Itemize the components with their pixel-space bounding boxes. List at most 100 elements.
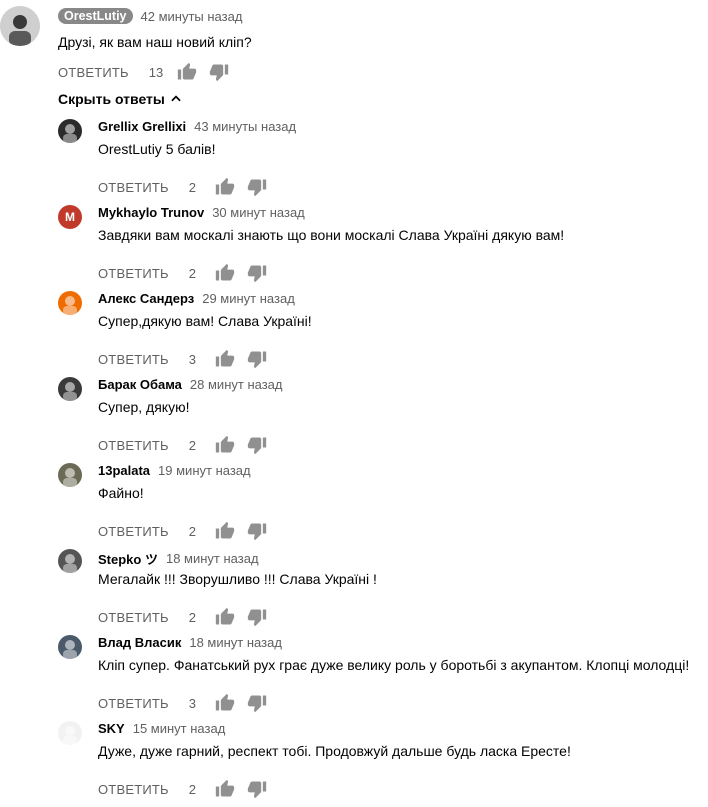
comment-actions: ОТВЕТИТЬ 2 [98, 263, 267, 283]
timestamp[interactable]: 30 минут назад [212, 205, 305, 220]
thumbs-down-icon[interactable] [209, 62, 229, 82]
like-count: 2 [188, 609, 196, 625]
author-name[interactable]: Барак Обама [98, 377, 182, 392]
author-row: 13palata 19 минут назад [98, 463, 251, 478]
thumbs-down-icon[interactable] [247, 521, 267, 541]
thumbs-up-icon[interactable] [215, 349, 235, 369]
reply-button[interactable]: ОТВЕТИТЬ [98, 610, 169, 625]
reply-comment: Grellix Grellixi 43 минуты назад OrestLu… [58, 119, 708, 205]
thumbs-down-icon[interactable] [247, 435, 267, 455]
author-row: Барак Обама 28 минут назад [98, 377, 282, 392]
author-name[interactable]: Stepko ツ [98, 549, 158, 568]
reply-comment: Stepko ツ 18 минут назад Мегалайк !!! Зво… [58, 549, 708, 635]
thumbs-up-icon[interactable] [215, 435, 235, 455]
avatar[interactable] [58, 549, 82, 573]
timestamp[interactable]: 15 минут назад [133, 721, 226, 736]
comment-text: Дуже, дуже гарний, респект тобі. Продовж… [98, 743, 571, 759]
comment-actions: ОТВЕТИТЬ 2 [98, 521, 267, 541]
reply-comment: SKY 15 минут назад Дуже, дуже гарний, ре… [58, 721, 708, 807]
avatar-letter: M [65, 210, 75, 224]
thumbs-up-icon[interactable] [215, 263, 235, 283]
like-count: 2 [188, 523, 196, 539]
like-count: 2 [188, 437, 196, 453]
reply-button[interactable]: ОТВЕТИТЬ [98, 352, 169, 367]
thumbs-down-icon[interactable] [247, 693, 267, 713]
main-comment: OrestLutiy 42 минуты назад Друзі, як вам… [0, 0, 708, 82]
author-name[interactable]: OrestLutiy [58, 8, 133, 24]
reply-button[interactable]: ОТВЕТИТЬ [98, 438, 169, 453]
reply-comment: Алекс Сандерз 29 минут назад Супер,дякую… [58, 291, 708, 377]
comment-actions: ОТВЕТИТЬ 3 [98, 349, 267, 369]
thumbs-down-icon[interactable] [247, 177, 267, 197]
like-count: 2 [188, 265, 196, 281]
thumbs-up-icon[interactable] [215, 521, 235, 541]
avatar[interactable] [58, 721, 82, 745]
like-count: 13 [148, 64, 164, 80]
reply-button[interactable]: ОТВЕТИТЬ [98, 266, 169, 281]
timestamp[interactable]: 18 минут назад [189, 635, 282, 650]
timestamp[interactable]: 29 минут назад [202, 291, 295, 306]
author-name[interactable]: Влад Власик [98, 635, 181, 650]
thumbs-up-icon[interactable] [177, 62, 197, 82]
reply-comment: M Mykhaylo Trunov 30 минут назад Завдяки… [58, 205, 708, 291]
chevron-up-icon [171, 95, 181, 102]
reply-button[interactable]: ОТВЕТИТЬ [98, 180, 169, 195]
avatar[interactable] [58, 119, 82, 143]
author-row: Влад Власик 18 минут назад [98, 635, 282, 650]
avatar[interactable] [58, 291, 82, 315]
thumbs-down-icon[interactable] [247, 263, 267, 283]
avatar[interactable] [58, 377, 82, 401]
reply-button[interactable]: ОТВЕТИТЬ [98, 696, 169, 711]
comment-actions: ОТВЕТИТЬ 3 [98, 693, 267, 713]
avatar[interactable]: M [58, 205, 82, 229]
like-count: 3 [188, 695, 196, 711]
author-row: Mykhaylo Trunov 30 минут назад [98, 205, 305, 220]
comment-text: Друзі, як вам наш новий кліп? [58, 34, 252, 50]
avatar[interactable] [0, 6, 40, 46]
thumbs-up-icon[interactable] [215, 693, 235, 713]
author-row: Stepko ツ 18 минут назад [98, 549, 259, 568]
thumbs-down-icon[interactable] [247, 779, 267, 799]
thumbs-down-icon[interactable] [247, 349, 267, 369]
reply-comment: 13palata 19 минут назад Файно! ОТВЕТИТЬ … [58, 463, 708, 549]
reply-comment: Влад Власик 18 минут назад Кліп супер. Ф… [58, 635, 708, 721]
thumbs-up-icon[interactable] [215, 607, 235, 627]
author-name[interactable]: Алекс Сандерз [98, 291, 194, 306]
comment-text: OrestLutiy 5 балів! [98, 141, 216, 157]
author-row: Алекс Сандерз 29 минут назад [98, 291, 295, 306]
comment-text: Супер, дякую! [98, 399, 190, 415]
comment-text: Завдяки вам москалі знають що вони моска… [98, 227, 565, 243]
avatar[interactable] [58, 635, 82, 659]
author-name[interactable]: Grellix Grellixi [98, 119, 186, 134]
hide-replies-button[interactable]: Скрыть ответы [58, 91, 183, 107]
thumbs-up-icon[interactable] [215, 779, 235, 799]
reply-button[interactable]: ОТВЕТИТЬ [98, 524, 169, 539]
author-row: SKY 15 минут назад [98, 721, 225, 736]
comment-actions: ОТВЕТИТЬ 2 [98, 177, 267, 197]
avatar[interactable] [58, 463, 82, 487]
comment-actions: ОТВЕТИТЬ 2 [98, 779, 267, 799]
like-count: 3 [188, 351, 196, 367]
reply-button[interactable]: ОТВЕТИТЬ [98, 782, 169, 797]
timestamp[interactable]: 43 минуты назад [194, 119, 296, 134]
author-row: Grellix Grellixi 43 минуты назад [98, 119, 296, 134]
reply-button[interactable]: ОТВЕТИТЬ [58, 65, 129, 80]
reply-comment: Барак Обама 28 минут назад Супер, дякую!… [58, 377, 708, 463]
comment-text: Мегалайк !!! Зворушливо !!! Слава Україн… [98, 571, 377, 587]
comment-text: Супер,дякую вам! Слава Україні! [98, 313, 312, 329]
author-name[interactable]: 13palata [98, 463, 150, 478]
timestamp[interactable]: 28 минут назад [190, 377, 283, 392]
comment-text: Кліп супер. Фанатський рух грає дуже вел… [98, 657, 690, 673]
author-name[interactable]: Mykhaylo Trunov [98, 205, 204, 220]
thumbs-up-icon[interactable] [215, 177, 235, 197]
timestamp[interactable]: 18 минут назад [166, 551, 259, 566]
timestamp[interactable]: 19 минут назад [158, 463, 251, 478]
timestamp[interactable]: 42 минуты назад [141, 9, 243, 24]
comment-actions: ОТВЕТИТЬ 13 [58, 62, 229, 82]
comment-actions: ОТВЕТИТЬ 2 [98, 607, 267, 627]
author-name[interactable]: SKY [98, 721, 125, 736]
author-row: OrestLutiy 42 минуты назад [58, 8, 242, 24]
hide-replies-label: Скрыть ответы [58, 91, 165, 107]
like-count: 2 [188, 781, 196, 797]
thumbs-down-icon[interactable] [247, 607, 267, 627]
